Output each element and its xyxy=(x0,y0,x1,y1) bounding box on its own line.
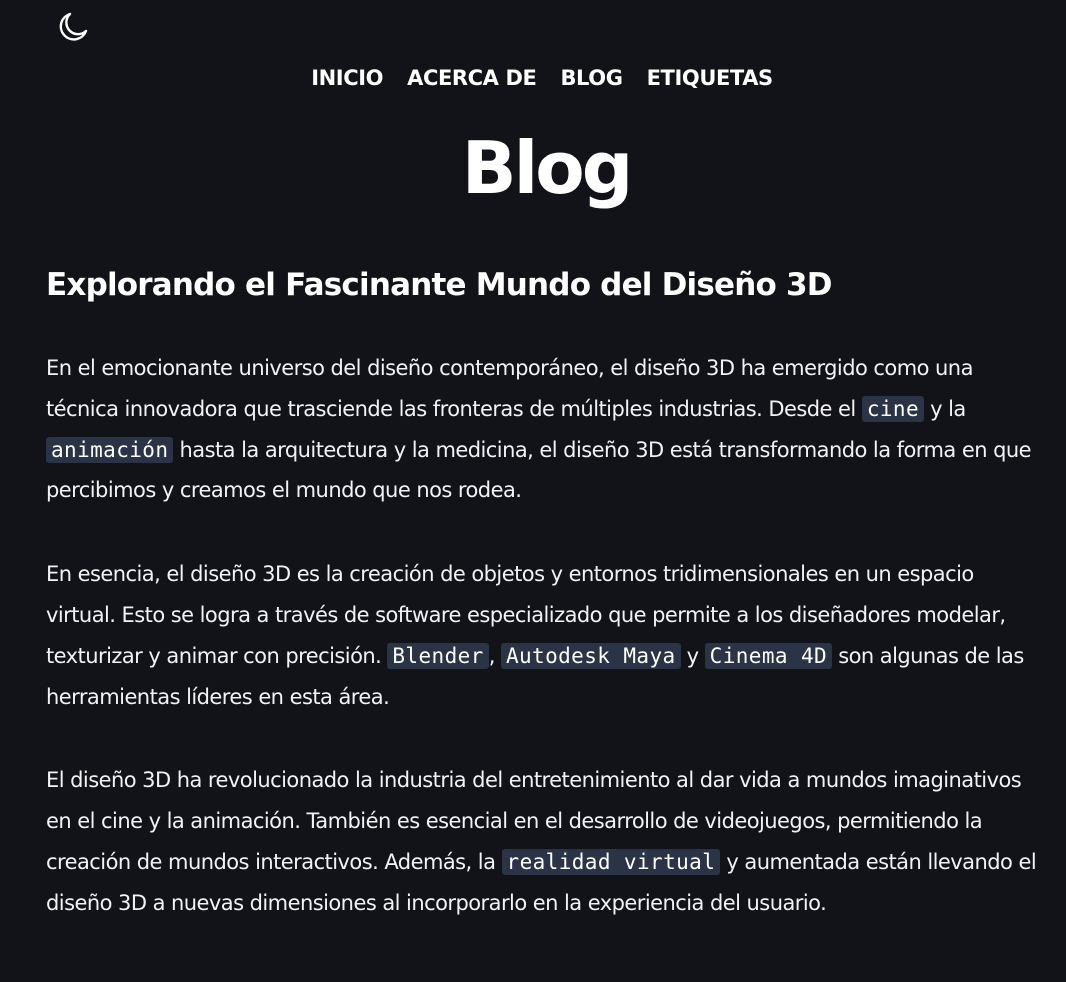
nav-item-inicio[interactable]: INICIO xyxy=(311,64,383,92)
post-paragraph-2: En esencia, el diseño 3D es la creación … xyxy=(46,554,1046,717)
main-nav: INICIO ACERCA DE BLOG ETIQUETAS xyxy=(0,64,1066,92)
post-paragraph-3: El diseño 3D ha revolucionado la industr… xyxy=(46,760,1046,923)
inline-code-blender: Blender xyxy=(387,642,489,669)
post-paragraph-1: En el emocionante universo del diseño co… xyxy=(46,348,1046,511)
paragraph-text: En el emocionante universo del diseño co… xyxy=(46,356,973,421)
page-title: Blog xyxy=(461,126,634,210)
paragraph-text: y la xyxy=(924,396,966,421)
paragraph-text: hasta la arquitectura y la medicina, el … xyxy=(46,437,1032,503)
nav-item-etiquetas[interactable]: ETIQUETAS xyxy=(647,64,774,92)
blog-post: Explorando el Fascinante Mundo del Diseñ… xyxy=(46,262,1046,967)
inline-code-cinema-4d: Cinema 4D xyxy=(704,642,833,669)
paragraph-text: y xyxy=(680,643,705,668)
inline-code-animacion: animación xyxy=(46,436,174,463)
moon-icon xyxy=(59,12,88,41)
nav-item-blog[interactable]: BLOG xyxy=(560,64,623,92)
inline-code-realidad-virtual: realidad virtual xyxy=(501,848,721,875)
post-title: Explorando el Fascinante Mundo del Diseñ… xyxy=(46,267,833,303)
theme-toggle-button[interactable] xyxy=(56,10,90,44)
paragraph-text: , xyxy=(488,643,501,668)
inline-code-autodesk-maya: Autodesk Maya xyxy=(500,642,681,669)
inline-code-cine: cine xyxy=(861,395,925,422)
nav-item-acerca-de[interactable]: ACERCA DE xyxy=(407,64,537,92)
